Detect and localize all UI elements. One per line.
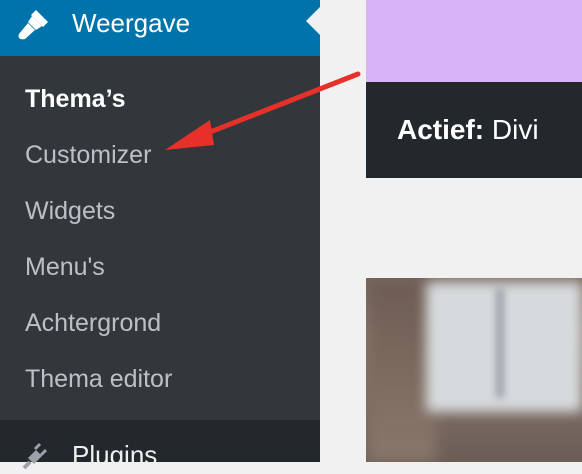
submenu-item-achtergrond[interactable]: Achtergrond bbox=[25, 307, 161, 339]
plug-icon bbox=[22, 442, 48, 470]
active-theme-bar[interactable]: Actief: Divi bbox=[366, 82, 582, 178]
current-menu-pointer bbox=[306, 7, 320, 35]
paintbrush-icon bbox=[18, 10, 48, 40]
submenu-item-customizer[interactable]: Customizer bbox=[25, 139, 151, 171]
submenu-item-menus[interactable]: Menu's bbox=[25, 251, 105, 283]
preview-image-frame bbox=[496, 288, 504, 398]
submenu-item-widgets[interactable]: Widgets bbox=[25, 195, 115, 227]
admin-sidebar: Weergave Thema’s Customizer Widgets Menu… bbox=[0, 0, 320, 470]
preview-image-window bbox=[426, 282, 582, 412]
active-theme-name: Actief: Divi bbox=[397, 112, 539, 148]
active-label: Actief: bbox=[397, 114, 485, 145]
submenu-item-thema-editor[interactable]: Thema editor bbox=[25, 363, 172, 395]
submenu-item-themas[interactable]: Thema’s bbox=[25, 83, 126, 115]
menu-item-weergave[interactable]: Weergave bbox=[0, 0, 320, 56]
theme-card-preview[interactable] bbox=[366, 278, 582, 462]
menu-item-plugins[interactable]: Plugins bbox=[0, 420, 320, 470]
menu-label-weergave: Weergave bbox=[72, 8, 191, 38]
active-theme-title: Divi bbox=[491, 114, 539, 145]
menu-label-plugins: Plugins bbox=[72, 440, 158, 470]
active-theme-screenshot[interactable] bbox=[366, 0, 582, 82]
